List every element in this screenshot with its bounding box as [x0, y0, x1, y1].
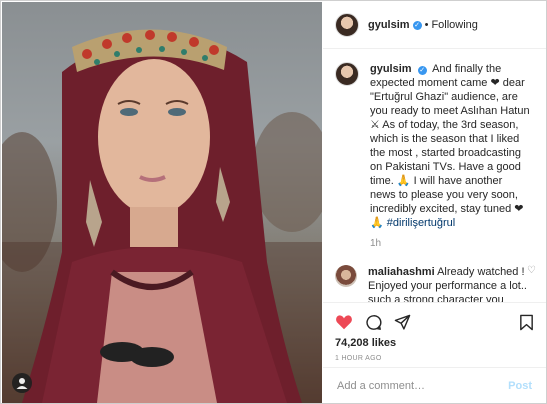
bookmark-icon[interactable]: [519, 314, 534, 331]
commenter-username[interactable]: maliahashmi: [368, 266, 435, 278]
post-image[interactable]: [2, 2, 322, 403]
post-timestamp[interactable]: 1 HOUR AGO: [323, 355, 546, 362]
caption-text: And finally the expected moment came ❤ d…: [370, 63, 530, 229]
post-comment-button[interactable]: Post: [508, 380, 532, 392]
caption-time[interactable]: 1h: [370, 237, 530, 251]
caption-hashtag[interactable]: #dirilişertuğrul: [387, 217, 455, 229]
user-tag-icon[interactable]: [12, 373, 32, 393]
verified-badge-icon: ✓: [412, 20, 422, 30]
like-heart-icon[interactable]: [335, 314, 353, 330]
author-username[interactable]: gyulsim: [368, 19, 410, 31]
comment-icon[interactable]: [365, 314, 382, 331]
verified-badge-icon: ✓: [417, 66, 427, 75]
post-actions: 74,208 likes 1 HOUR AGO Post: [323, 302, 546, 403]
comment-item: maliahashmi Already watched ! Enjoyed yo…: [323, 265, 546, 302]
post-header: gyulsim ✓ • Following: [323, 2, 546, 49]
post-sidebar: gyulsim ✓ • Following gyulsim ✓ And fina…: [323, 2, 546, 403]
post-image-illustration: [2, 29, 322, 403]
share-icon[interactable]: [394, 314, 411, 331]
add-comment-input[interactable]: [335, 379, 499, 393]
commenter-avatar[interactable]: [335, 265, 357, 287]
post-modal: gyulsim ✓ • Following gyulsim ✓ And fina…: [0, 0, 547, 404]
likes-count[interactable]: 74,208 likes: [323, 337, 546, 349]
caption-item: gyulsim ✓ And finally the expected momen…: [323, 62, 546, 251]
add-comment-bar: Post: [323, 367, 546, 403]
comment-like-icon[interactable]: ♡: [527, 265, 536, 276]
comments-list[interactable]: gyulsim ✓ And finally the expected momen…: [323, 62, 546, 302]
separator-dot: •: [424, 19, 429, 31]
author-avatar[interactable]: [335, 13, 359, 37]
caption-username[interactable]: gyulsim: [370, 63, 412, 75]
following-button[interactable]: Following: [431, 19, 477, 31]
caption-avatar[interactable]: [335, 62, 359, 86]
